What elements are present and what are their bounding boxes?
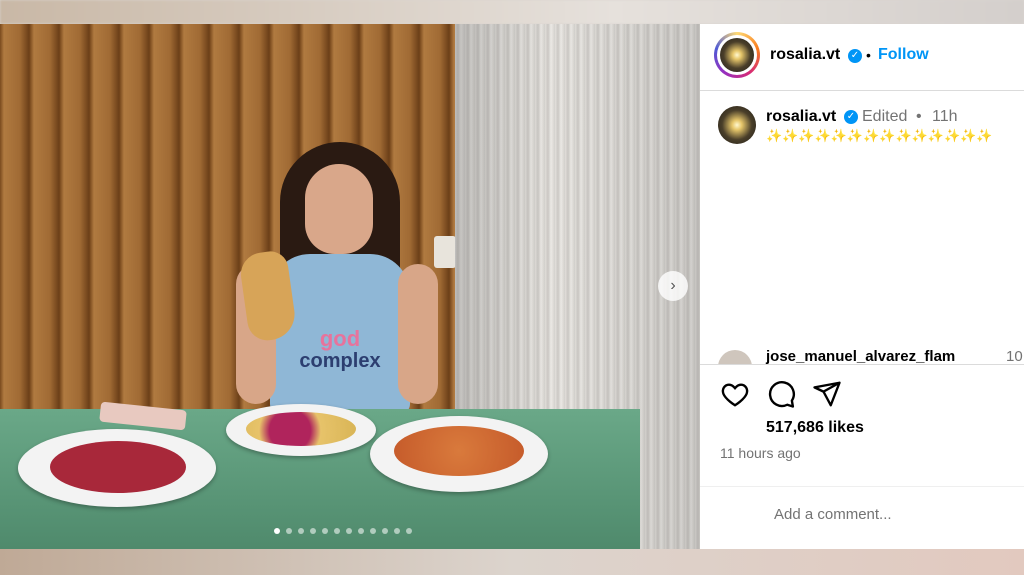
comment-username[interactable]: jose_manuel_alvarez_flam (766, 350, 955, 364)
comment-button[interactable] (766, 379, 796, 409)
post-side-panel: rosalia.vt ✓ • Follow rosalia.vt ✓ Edite… (700, 24, 1024, 549)
carousel-dot (370, 528, 376, 534)
share-button[interactable] (812, 379, 842, 409)
header-username[interactable]: rosalia.vt (770, 46, 840, 64)
borscht-soup (50, 441, 186, 493)
like-button[interactable] (720, 379, 750, 409)
plate-main (226, 404, 376, 456)
shirt-text-bottom: complex (299, 350, 381, 372)
caption-username[interactable]: rosalia.vt (766, 108, 836, 126)
edited-label: Edited (862, 108, 908, 125)
carousel-dot (274, 528, 280, 534)
person-shirt: god complex (270, 254, 410, 414)
post-time[interactable]: 11h (932, 108, 958, 126)
carousel-dot (346, 528, 352, 534)
carousel-dot (286, 528, 292, 534)
plate-borscht (18, 429, 216, 507)
chevron-right-icon: › (670, 277, 676, 294)
wall-outlet (434, 236, 456, 268)
person-face (305, 164, 373, 254)
main-dish (246, 412, 356, 446)
divider (700, 486, 1024, 487)
comment-avatar[interactable] (718, 350, 752, 364)
post-time-ago: 11 hours ago (720, 445, 801, 461)
comment-preview: jose_manuel_alvarez_flam 10 (718, 350, 1024, 364)
avatar[interactable] (714, 32, 760, 78)
carousel-dot (322, 528, 328, 534)
carousel-dots (274, 528, 412, 534)
follow-button[interactable]: Follow (878, 46, 929, 64)
avatar-image (720, 38, 754, 72)
separator-dot: • (916, 108, 922, 125)
heart-icon (721, 383, 749, 407)
comment-icon (768, 381, 795, 408)
add-comment-input[interactable]: Add a comment... (774, 506, 892, 523)
verified-badge-icon: ✓ (844, 110, 858, 124)
comment-time: 10 (1006, 350, 1023, 364)
post-caption: ✨✨✨✨✨✨✨✨✨✨✨✨✨✨ (766, 128, 993, 143)
shirt-text-top: god (319, 326, 361, 351)
caption-avatar[interactable] (718, 106, 756, 144)
carousel-dot (382, 528, 388, 534)
plate-bean-soup (370, 416, 548, 492)
share-icon (813, 381, 841, 407)
carousel-dot (334, 528, 340, 534)
verified-badge-icon: ✓ (848, 49, 862, 63)
post-photo: god complex › (0, 24, 700, 549)
separator-dot: • (866, 47, 871, 63)
carousel-dot (298, 528, 304, 534)
person-right-arm (398, 264, 438, 404)
carousel-dot (310, 528, 316, 534)
carousel-dot (406, 528, 412, 534)
likes-count[interactable]: 517,686 likes (766, 419, 864, 437)
blurred-backdrop-bottom (0, 549, 1024, 575)
carousel-next-button[interactable]: › (658, 271, 688, 301)
carousel-dot (358, 528, 364, 534)
bean-soup (394, 426, 524, 476)
post-header: rosalia.vt ✓ • Follow (700, 24, 1024, 91)
blurred-backdrop-top (0, 0, 1024, 24)
carousel-dot (394, 528, 400, 534)
post-card: god complex › rosalia.vt ✓ • Follow rosa… (0, 24, 1024, 549)
divider (700, 364, 1024, 365)
